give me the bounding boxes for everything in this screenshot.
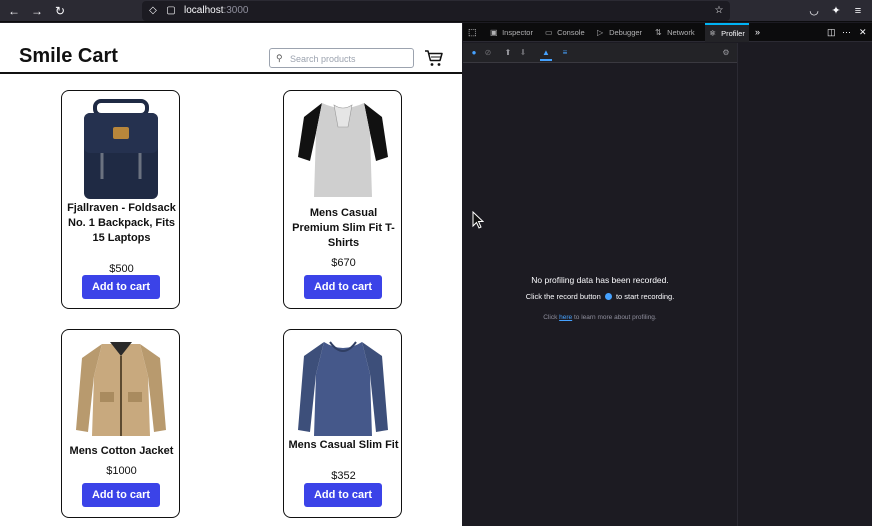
add-to-cart-button[interactable]: Add to cart (82, 483, 160, 507)
slim-fit-shirt-image (298, 341, 388, 436)
react-icon: ⚛ (709, 29, 717, 38)
back-arrow-icon[interactable]: ← (6, 3, 22, 19)
page-info-icon[interactable]: ▢ (164, 4, 178, 18)
menu-icon[interactable]: ≡ (850, 3, 866, 19)
tab-debugger[interactable]: ▷ Debugger (597, 23, 642, 42)
product-card[interactable]: Fjallraven - Foldsack No. 1 Backpack, Fi… (61, 90, 180, 309)
search-input[interactable]: ⚲ Search products (269, 48, 414, 68)
product-price: $1000 (106, 465, 137, 477)
element-picker-icon[interactable]: ⬚ (468, 23, 477, 42)
profiler-toolbar: ● ⊘ ⬆ ⬇ ▲ ≡ ⚙ (463, 43, 737, 63)
tab-label: Console (557, 28, 585, 37)
product-price: $500 (109, 263, 134, 275)
settings-gear-icon[interactable]: ⚙ (720, 47, 732, 59)
header: Smile Cart ⚲ Search products (0, 23, 462, 74)
shield-icon[interactable]: ◇ (146, 4, 160, 18)
browser-toolbar: ← → ↻ ◇ ▢ localhost:3000 ☆ ◡ ✦ ≡ (0, 0, 872, 22)
search-icon: ⚲ (276, 53, 283, 63)
empty-state-title: No profiling data has been recorded. (531, 275, 669, 285)
product-name[interactable]: Fjallraven - Foldsack No. 1 Backpack, Fi… (66, 201, 177, 246)
pocket-icon[interactable]: ◡ (806, 3, 822, 19)
product-card[interactable]: Mens Casual Premium Slim Fit T-Shirts $6… (283, 90, 402, 309)
url-port: :3000 (223, 5, 249, 16)
tab-console[interactable]: ▭ Console (545, 23, 585, 42)
upload-icon[interactable]: ⬆ (502, 47, 514, 59)
learn-text-after: to learn more about profiling. (573, 314, 657, 321)
overflow-menu-icon[interactable]: ⋯ (842, 23, 851, 42)
learn-more-link[interactable]: here (559, 314, 572, 321)
ranked-chart-icon[interactable]: ≡ (559, 47, 571, 59)
url-text[interactable]: localhost:3000 (184, 4, 249, 18)
extensions-icon[interactable]: ✦ (828, 3, 844, 19)
mouse-pointer-icon (472, 211, 484, 229)
tab-profiler[interactable]: ⚛ Profiler (705, 23, 749, 42)
learn-more-text: Click here to learn more about profiling… (463, 313, 737, 323)
product-card[interactable]: Mens Cotton Jacket $1000 Add to cart (61, 329, 180, 518)
shopping-cart-icon[interactable] (424, 48, 444, 68)
reload-icon[interactable]: ↻ (52, 3, 68, 19)
more-tabs-icon[interactable]: » (755, 23, 760, 42)
forward-arrow-icon[interactable]: → (29, 3, 45, 19)
product-card[interactable]: Mens Casual Slim Fit $352 Add to cart (283, 329, 402, 518)
tab-label: Profiler (721, 29, 745, 38)
cotton-jacket-image (76, 342, 166, 436)
hint-text-before: Click the record button (525, 292, 601, 301)
record-dot-icon (604, 293, 612, 300)
download-icon[interactable]: ⬇ (517, 47, 529, 59)
reload-and-profile-icon[interactable]: ⊘ (482, 47, 494, 59)
learn-text-before: Click (543, 314, 558, 321)
dock-toggle-icon[interactable]: ◫ (827, 23, 836, 42)
devtools-tabbar: ⬚ ▣ Inspector ▭ Console ▷ Debugger ⇅ Net… (463, 23, 872, 42)
tab-label: Inspector (502, 28, 533, 37)
tab-label: Debugger (609, 28, 643, 37)
tab-network[interactable]: ⇅ Network (655, 23, 695, 42)
address-bar[interactable]: ◇ ▢ localhost:3000 ☆ (142, 1, 730, 21)
add-to-cart-button[interactable]: Add to cart (304, 275, 382, 299)
product-name[interactable]: Mens Casual Slim Fit (288, 438, 399, 453)
bookmark-star-icon[interactable]: ☆ (712, 4, 726, 18)
add-to-cart-button[interactable]: Add to cart (82, 275, 160, 299)
record-icon[interactable]: ● (468, 47, 480, 59)
product-name[interactable]: Mens Casual Premium Slim Fit T-Shirts (288, 206, 399, 251)
hint-text-after: to start recording. (615, 292, 675, 301)
flamegraph-icon[interactable]: ▲ (540, 47, 552, 61)
brand-title: Smile Cart (19, 45, 118, 67)
tab-label: Network (667, 28, 695, 37)
product-name[interactable]: Mens Cotton Jacket (66, 444, 177, 459)
empty-state-hint: Click the record button to start recordi… (463, 291, 737, 302)
console-icon: ▭ (545, 28, 553, 37)
tab-inspector[interactable]: ▣ Inspector (490, 23, 533, 42)
web-page: Smile Cart ⚲ Search products Fjallraven … (0, 23, 462, 526)
product-price: $352 (331, 470, 356, 482)
raglan-tshirt-image (298, 103, 388, 197)
search-placeholder: Search products (290, 54, 356, 64)
inspector-icon: ▣ (490, 28, 498, 37)
debugger-icon: ▷ (597, 28, 604, 37)
add-to-cart-button[interactable]: Add to cart (304, 483, 382, 507)
devtools-panel: ⬚ ▣ Inspector ▭ Console ▷ Debugger ⇅ Net… (463, 23, 872, 526)
close-devtools-icon[interactable]: ✕ (859, 23, 867, 42)
product-price: $670 (331, 257, 356, 269)
backpack-image (84, 99, 158, 199)
url-host: localhost (184, 5, 224, 16)
panel-divider[interactable] (737, 43, 738, 526)
network-icon: ⇅ (655, 28, 662, 37)
